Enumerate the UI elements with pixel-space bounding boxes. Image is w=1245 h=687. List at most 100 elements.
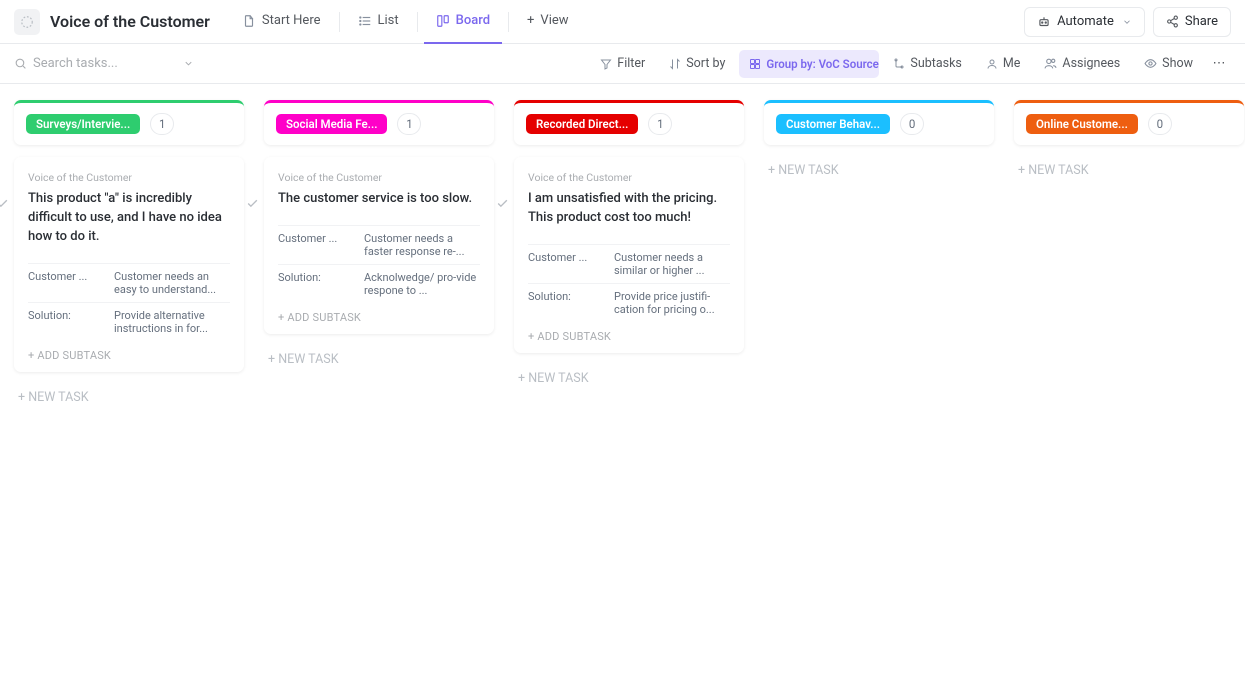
share-icon — [1166, 15, 1179, 28]
assignees-button[interactable]: Assignees — [1034, 50, 1130, 78]
show-label: Show — [1162, 56, 1193, 71]
chevron-down-icon — [1122, 17, 1132, 27]
board-column: Social Media Fe... 1 Voice of the Customer… — [264, 100, 494, 373]
field-value: Provide price justifi-cation for pricing… — [614, 290, 730, 316]
status-pill: Surveys/Intervie... — [26, 114, 140, 134]
status-pill: Recorded Direct... — [526, 114, 638, 134]
sort-button[interactable]: Sort by — [659, 50, 735, 78]
board-columns: Surveys/Intervie... 1 Voice of the Custome… — [0, 84, 1245, 451]
add-subtask-button[interactable]: + ADD SUBTASK — [28, 341, 230, 364]
search-input[interactable]: Search tasks... — [14, 56, 194, 71]
doc-icon — [242, 14, 256, 28]
share-button[interactable]: Share — [1153, 7, 1231, 37]
column-header[interactable]: Online Custome... 0 — [1014, 100, 1244, 145]
board-column: Online Custome... 0 + NEW TASK — [1014, 100, 1244, 184]
new-task-button[interactable]: + NEW TASK — [764, 157, 994, 184]
field-label: Solution: — [28, 309, 100, 335]
user-icon — [986, 58, 998, 70]
add-subtask-button[interactable]: + ADD SUBTASK — [528, 322, 730, 345]
check-icon — [0, 197, 9, 210]
breadcrumb: Voice of the Customer — [28, 171, 230, 184]
group-by-button[interactable]: Group by: VoC Source — [739, 50, 879, 78]
column-count: 1 — [150, 113, 174, 135]
add-subtask-button[interactable]: + ADD SUBTASK — [278, 303, 480, 326]
automate-button[interactable]: Automate — [1024, 7, 1145, 37]
column-count: 1 — [397, 113, 421, 135]
custom-field-row: Customer ...Customer needs an easy to un… — [28, 263, 230, 302]
column-count: 0 — [900, 113, 924, 135]
sort-label: Sort by — [686, 56, 725, 71]
board-column: Customer Behav...0 + NEW TASK — [764, 100, 994, 184]
column-header[interactable]: Recorded Direct... 1 — [514, 100, 744, 145]
custom-field-row: Customer ... Customer needs a similar or … — [528, 244, 730, 283]
column-count: 1 — [648, 113, 672, 135]
filter-icon — [600, 58, 612, 70]
subtasks-button[interactable]: Subtasks — [883, 50, 971, 78]
field-value: Customer needs a faster response re-... — [364, 232, 480, 258]
field-label: Customer ... — [528, 251, 600, 277]
automate-label: Automate — [1057, 14, 1114, 29]
field-label: Solution: — [528, 290, 600, 316]
column-count: 0 — [1148, 113, 1172, 135]
tab-label: Start Here — [262, 13, 321, 28]
search-placeholder: Search tasks... — [33, 56, 118, 71]
tab-start-here[interactable]: Start Here — [230, 0, 333, 44]
new-task-button[interactable]: + NEW TASK — [1014, 157, 1244, 184]
custom-field-row: Customer ...Customer needs a faster resp… — [278, 225, 480, 264]
task-card[interactable]: Voice of the Customer This product "a" is… — [14, 157, 244, 372]
share-label: Share — [1185, 14, 1218, 29]
page-title: Voice of the Customer — [50, 12, 210, 31]
field-value: Provide alternative instructions in for.… — [114, 309, 230, 335]
tab-label: View — [540, 13, 568, 28]
workspace-icon[interactable] — [14, 9, 40, 35]
column-header[interactable]: Social Media Fe... 1 — [264, 100, 494, 145]
field-value: Customer needs a similar or higher ... — [614, 251, 730, 277]
tab-label: Board — [456, 13, 490, 28]
tab-add-view[interactable]: + View — [515, 0, 581, 44]
users-icon — [1044, 57, 1057, 70]
column-header[interactable]: Customer Behav...0 — [764, 100, 994, 145]
column-header[interactable]: Surveys/Intervie... 1 — [14, 100, 244, 145]
tab-label: List — [378, 13, 399, 28]
tab-board[interactable]: Board — [424, 0, 502, 44]
breadcrumb: Voice of the Customer — [278, 171, 480, 184]
filter-label: Filter — [617, 56, 645, 71]
task-card[interactable]: Voice of the Customer The customer servic… — [264, 157, 494, 334]
show-button[interactable]: Show — [1134, 50, 1203, 78]
chevron-down-icon — [183, 58, 194, 69]
board-column: Recorded Direct... 1 Voice of the Customer… — [514, 100, 744, 392]
subtasks-label: Subtasks — [910, 56, 961, 71]
sort-icon — [669, 58, 681, 70]
custom-field-row: Solution: Provide price justifi-cation fo… — [528, 283, 730, 322]
me-label: Me — [1003, 56, 1021, 71]
eye-icon — [1144, 57, 1157, 70]
check-icon — [246, 197, 259, 210]
task-card[interactable]: Voice of the CustomerI am unsatisfied wi… — [514, 157, 744, 353]
separator — [508, 12, 509, 32]
list-icon — [358, 14, 372, 28]
robot-icon — [1037, 15, 1051, 29]
plus-icon: + — [527, 13, 534, 28]
check-icon — [496, 197, 509, 210]
task-title: This product "a" is incredibly difficult… — [28, 190, 230, 247]
me-button[interactable]: Me — [976, 50, 1031, 78]
field-label: Solution: — [278, 271, 350, 297]
group-label: Group by: VoC Source — [766, 57, 878, 71]
status-pill: Social Media Fe... — [276, 114, 387, 134]
custom-field-row: Solution: Provide alternative instruction… — [28, 302, 230, 341]
board-column: Surveys/Intervie... 1 Voice of the Custome… — [14, 100, 244, 411]
task-title: I am unsatisfied with the pricing. This … — [528, 190, 730, 228]
app-header: Voice of the Customer Start Here List Bo… — [0, 0, 1245, 44]
more-menu[interactable]: ⋯ — [1207, 56, 1231, 71]
group-icon — [749, 58, 761, 70]
new-task-button[interactable]: + NEW TASK — [14, 384, 244, 411]
new-task-button[interactable]: + NEW TASK — [514, 365, 744, 392]
tab-list[interactable]: List — [346, 0, 411, 44]
task-title: The customer service is too slow. — [278, 190, 480, 209]
field-value: Customer needs an easy to understand... — [114, 270, 230, 296]
status-pill: Online Custome... — [1026, 114, 1138, 134]
new-task-button[interactable]: + NEW TASK — [264, 346, 494, 373]
subtasks-icon — [893, 58, 905, 70]
filter-button[interactable]: Filter — [590, 50, 655, 78]
separator — [417, 12, 418, 32]
